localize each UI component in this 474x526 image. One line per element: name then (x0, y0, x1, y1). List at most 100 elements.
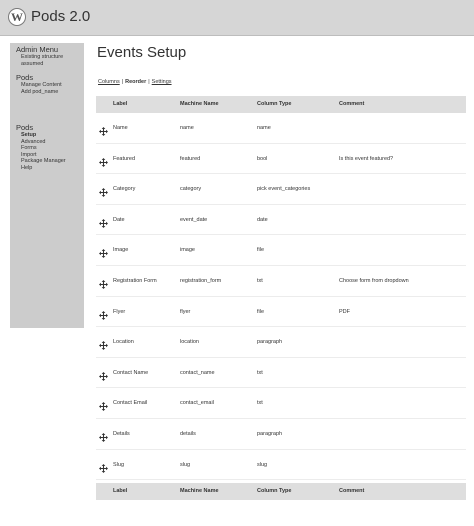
cell-machine-name: contact_name (180, 369, 215, 376)
cell-column-type: name (257, 125, 271, 131)
sidebar-group-pods-content: Pods Manage Content Add pod_name (16, 73, 62, 95)
drag-move-icon[interactable] (99, 307, 108, 320)
cell-label: Featured (113, 155, 136, 162)
top-header-bar: W Pods 2.0 (0, 0, 474, 36)
sidebar-group-pods-admin: Pods Setup Advanced Forms Import Package… (16, 123, 66, 172)
table-row[interactable]: Category category pick event_categories (96, 174, 466, 205)
cell-machine-name: location (180, 339, 199, 346)
sidebar-item-manage-content[interactable]: Manage Content (16, 82, 62, 89)
cell-column-type: txt (257, 277, 263, 284)
wordpress-logo-icon[interactable]: W (8, 8, 26, 26)
drag-move-icon[interactable] (99, 460, 108, 473)
column-footer-comment: Comment (339, 488, 365, 494)
table-row[interactable]: Contact Name contact_name txt (96, 358, 466, 389)
cell-label: Name (113, 125, 128, 131)
table-body: Name name name Featured featured bool Is this … (96, 113, 466, 481)
column-header-column-type: Column Type (257, 101, 292, 107)
cell-machine-name: name (180, 125, 194, 131)
drag-move-icon[interactable] (99, 123, 108, 136)
cell-machine-name: category (180, 186, 202, 193)
cell-column-type: pick event_categories (257, 186, 311, 193)
column-header-comment: Comment (339, 101, 365, 107)
drag-move-icon[interactable] (99, 215, 108, 228)
cell-column-type: txt (257, 400, 263, 407)
cell-label: Flyer (113, 308, 126, 315)
drag-move-icon[interactable] (99, 429, 108, 442)
cell-machine-name: flyer (180, 308, 191, 315)
table-row[interactable]: Contact Email contact_email txt (96, 388, 466, 419)
cell-column-type: paragraph (257, 339, 283, 346)
cell-column-type: file (257, 247, 265, 254)
columns-table: Label Machine Name Column Type Comment N… (96, 96, 466, 481)
sidebar-heading: Pods (16, 123, 34, 132)
sidebar-item-help[interactable]: Help (16, 165, 66, 172)
tab-settings[interactable]: Settings (152, 79, 172, 85)
table-header: Label Machine Name Column Type Comment (96, 96, 466, 113)
table-row[interactable]: Flyer flyer file PDF (96, 297, 466, 328)
drag-move-icon[interactable] (99, 398, 108, 412)
cell-label: Image (113, 247, 129, 254)
cell-comment: PDF (339, 308, 350, 315)
cell-machine-name: contact_email (180, 400, 214, 407)
sidebar: Admin Menu Existing structure assumed Po… (10, 43, 84, 328)
column-footer-column-type: Column Type (257, 488, 292, 494)
sidebar-item-assumed[interactable]: assumed (16, 61, 63, 68)
cell-label: Slug (113, 461, 125, 468)
drag-move-icon[interactable] (99, 245, 108, 259)
drag-move-icon[interactable] (99, 154, 108, 167)
sidebar-item-existing-structure[interactable]: Existing structure (16, 54, 63, 61)
cell-comment: Is this event featured? (339, 155, 394, 162)
table-row[interactable]: Name name name (96, 113, 466, 144)
cell-machine-name: details (180, 430, 196, 437)
table-row[interactable]: Details details paragraph (96, 419, 466, 450)
drag-move-icon[interactable] (99, 184, 108, 198)
table-row[interactable]: Location location paragraph (96, 327, 466, 358)
app-title: Pods 2.0 (31, 8, 91, 25)
table-row[interactable]: Image image file (96, 235, 466, 266)
sidebar-item-import[interactable]: Import (16, 152, 66, 159)
cell-column-type: slug (257, 461, 268, 468)
column-footer-label: Label (113, 488, 128, 494)
cell-machine-name: registration_form (180, 277, 222, 284)
cell-column-type: bool (257, 155, 268, 162)
cell-machine-name: slug (180, 461, 191, 468)
table-row[interactable]: Featured featured bool Is this event featur… (96, 144, 466, 175)
cell-label: Category (113, 186, 136, 193)
sub-navigation: Columns | Reorder | Settings (98, 78, 172, 86)
cell-label: Details (113, 430, 130, 437)
cell-machine-name: event_date (180, 216, 208, 223)
column-footer-machine-name: Machine Name (180, 488, 219, 494)
cell-column-type: date (257, 216, 268, 223)
sidebar-heading: Admin Menu (16, 45, 59, 54)
cell-label: Contact Name (113, 369, 149, 376)
table-row[interactable]: Slug slug slug (96, 450, 466, 481)
tab-reorder[interactable]: Reorder (125, 79, 146, 85)
cell-label: Date (113, 216, 125, 223)
cell-comment: Choose form from dropdown (339, 277, 409, 284)
drag-move-icon[interactable] (99, 368, 108, 381)
sidebar-item-advanced[interactable]: Advanced (16, 139, 66, 146)
column-header-label: Label (113, 101, 128, 107)
sidebar-item-forms[interactable]: Forms (16, 145, 66, 152)
column-header-machine-name: Machine Name (180, 101, 219, 107)
cell-column-type: paragraph (257, 430, 283, 437)
sidebar-item-setup[interactable]: Setup (16, 132, 66, 139)
table-row[interactable]: Registration Form registration_form txt Cho… (96, 266, 466, 297)
sidebar-heading: Pods (16, 73, 34, 82)
cell-machine-name: image (180, 247, 195, 254)
drag-move-icon[interactable] (99, 276, 108, 289)
page-title: Events Setup (97, 44, 187, 61)
cell-column-type: file (257, 308, 265, 315)
drag-move-icon[interactable] (99, 337, 108, 351)
cell-label: Contact Email (113, 400, 148, 407)
table-row[interactable]: Date event_date date (96, 205, 466, 236)
cell-label: Location (113, 339, 134, 346)
sidebar-group-admin-menu: Admin Menu Existing structure assumed (16, 45, 63, 67)
cell-column-type: txt (257, 369, 263, 376)
table-footer: Label Machine Name Column Type Comment (96, 483, 466, 500)
cell-machine-name: featured (180, 155, 201, 162)
cell-label: Registration Form (113, 277, 157, 284)
tab-columns[interactable]: Columns (98, 79, 120, 85)
sidebar-item-add-pod[interactable]: Add pod_name (16, 89, 62, 96)
sidebar-item-package-manager[interactable]: Package Manager (16, 158, 66, 165)
